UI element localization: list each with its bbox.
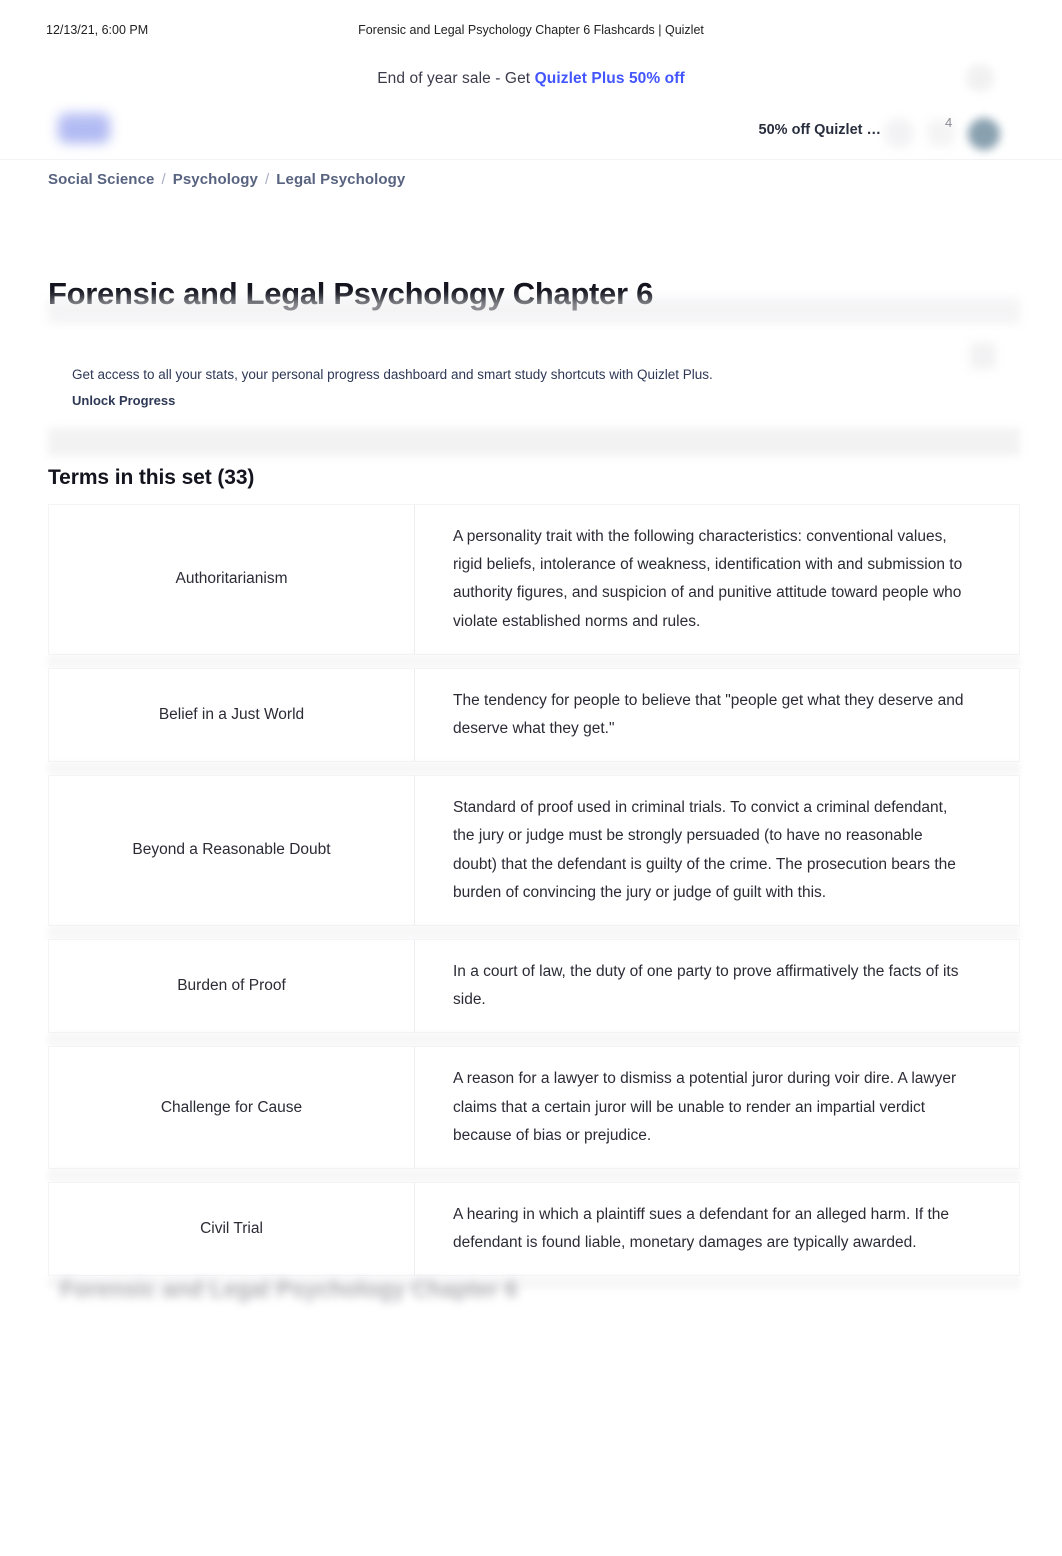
progress-upsell-card: Get access to all your stats, your perso… <box>48 330 1020 422</box>
term-label: Beyond a Reasonable Doubt <box>48 775 415 927</box>
quizlet-plus-promo-link[interactable]: Quizlet Plus 50% off <box>535 70 685 87</box>
term-label: Challenge for Cause <box>48 1046 415 1170</box>
chart-icon <box>970 343 996 369</box>
breadcrumb-item-psychology[interactable]: Psychology <box>173 171 258 188</box>
quizlet-logo[interactable] <box>58 113 110 143</box>
print-page: 12/13/21, 6:00 PM Forensic and Legal Psy… <box>0 0 1062 1556</box>
breadcrumb-separator: / <box>264 171 270 188</box>
table-row[interactable]: Beyond a Reasonable Doubt Standard of pr… <box>48 775 1020 927</box>
definition-text: A personality trait with the following c… <box>415 504 1020 655</box>
breadcrumb-item-social-science[interactable]: Social Science <box>48 171 154 188</box>
definition-text: Standard of proof used in criminal trial… <box>415 775 1020 927</box>
print-header: 12/13/21, 6:00 PM Forensic and Legal Psy… <box>0 23 1062 43</box>
table-row[interactable]: Civil Trial A hearing in which a plainti… <box>48 1182 1020 1277</box>
print-page-title: Forensic and Legal Psychology Chapter 6 … <box>358 23 704 37</box>
progress-description: Get access to all your stats, your perso… <box>72 367 713 382</box>
table-row[interactable]: Authoritarianism A personality trait wit… <box>48 504 1020 655</box>
terms-section-heading: Terms in this set (33) <box>48 466 255 489</box>
table-row[interactable]: Challenge for Cause A reason for a lawye… <box>48 1046 1020 1170</box>
navbar-upsell-label[interactable]: 50% off Quizlet … <box>759 122 881 138</box>
search-icon[interactable] <box>884 118 914 148</box>
definition-text: The tendency for people to believe that … <box>415 667 1020 763</box>
term-label: Belief in a Just World <box>48 667 415 763</box>
definition-text: A hearing in which a plaintiff sues a de… <box>415 1182 1020 1277</box>
definition-text: In a court of law, the duty of one party… <box>415 939 1020 1034</box>
breadcrumb-item-legal-psychology[interactable]: Legal Psychology <box>276 171 405 188</box>
unlock-progress-link[interactable]: Unlock Progress <box>72 393 175 408</box>
blurred-study-modes-band <box>48 428 1020 456</box>
terms-list: Authoritarianism A personality trait wit… <box>48 504 1020 1289</box>
term-label: Burden of Proof <box>48 939 415 1034</box>
promo-prefix-text: End of year sale - Get <box>377 70 535 87</box>
table-row[interactable]: Burden of Proof In a court of law, the d… <box>48 939 1020 1034</box>
user-avatar[interactable] <box>968 118 1000 150</box>
blurred-toolbar-band <box>48 298 1020 324</box>
definition-text: A reason for a lawyer to dismiss a poten… <box>415 1046 1020 1170</box>
table-row[interactable]: Belief in a Just World The tendency for … <box>48 667 1020 763</box>
notification-badge: 4 <box>945 115 953 130</box>
promo-banner: End of year sale - Get Quizlet Plus 50% … <box>0 70 1062 100</box>
term-label: Civil Trial <box>48 1182 415 1277</box>
breadcrumb: Social Science / Psychology / Legal Psycholo… <box>48 171 405 188</box>
term-label: Authoritarianism <box>48 504 415 655</box>
breadcrumb-separator: / <box>161 171 166 188</box>
close-icon[interactable] <box>966 64 994 92</box>
footer-ghost-title: Forensic and Legal Psychology Chapter 6 <box>60 1276 518 1302</box>
